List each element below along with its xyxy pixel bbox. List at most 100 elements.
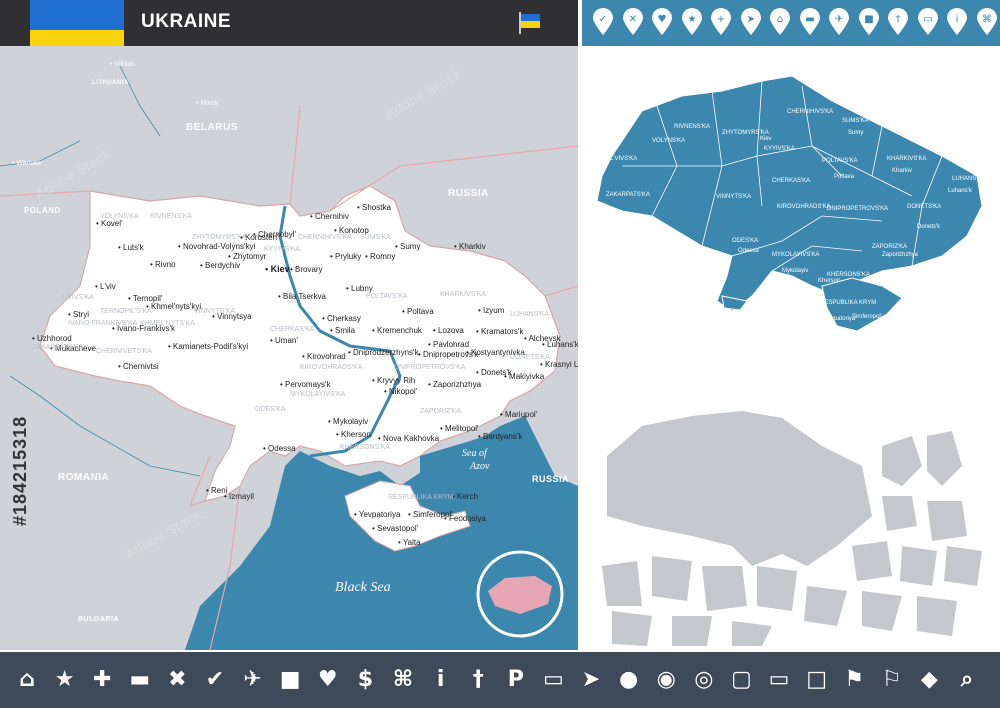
car-pin-icon[interactable]: ▬	[799, 8, 821, 36]
star-icon[interactable]: ★	[52, 667, 78, 693]
city-label: • Kirovohrad	[302, 352, 346, 361]
city-label: • Izmayil	[224, 492, 254, 501]
check-pin-icon[interactable]: ✓	[592, 8, 614, 36]
city-label: • Uman'	[270, 336, 298, 345]
svg-text:⌘: ⌘	[982, 14, 992, 25]
svg-text:+: +	[717, 14, 725, 25]
region-label: KHMEL'NYTS'KA	[140, 320, 195, 327]
dollar-icon[interactable]: $	[352, 667, 378, 693]
region-label: TERNOPIL'S'KA	[100, 308, 152, 315]
blue-map-label: Zaporizhzhya	[882, 252, 919, 258]
fuel-pin-icon[interactable]: ■	[858, 8, 880, 36]
blue-map-label: KHARKIVS'KA	[887, 156, 927, 162]
check-icon[interactable]: ✔	[202, 667, 228, 693]
svg-text:✈: ✈	[835, 14, 843, 25]
region-maps: RIVNENS'KA VOLYNS'KA CHERNIHIVS'KA SUMS'KA L…	[582, 46, 1000, 650]
city-label: • Romny	[365, 252, 396, 261]
blue-map-label: Luhans'k	[948, 188, 972, 194]
command-icon[interactable]: ⌘	[390, 667, 416, 693]
blue-map-label: L'VIVS'KA	[610, 156, 638, 162]
navigate-icon[interactable]: ➤	[578, 667, 604, 693]
plane-icon[interactable]: ✈	[240, 667, 266, 693]
city-label: • Lozova	[433, 326, 464, 335]
bed-pin-icon[interactable]: ▭	[917, 8, 939, 36]
country-label-lithuania: LITHUANIA	[92, 80, 129, 86]
region-label: CHERNIVETS'KA	[96, 348, 152, 355]
blue-map-label: Odessa	[738, 248, 759, 254]
svg-text:✕: ✕	[628, 14, 636, 25]
region-label: LUHANS'KA	[510, 311, 550, 318]
country-label-poland: POLAND	[24, 206, 61, 215]
marker-icon[interactable]: ◆	[916, 667, 942, 693]
blue-map-label: ZAPORIZ'KA	[872, 244, 908, 250]
city-label: • Dniprodzerzhyns'k	[348, 348, 419, 357]
city-label: • Pervomays'k	[280, 380, 331, 389]
plus-pin-icon[interactable]: +	[710, 8, 732, 36]
blue-map-label: VINNYTS'KA	[716, 194, 752, 200]
speech-bubble-icon[interactable]: ▢	[728, 667, 754, 693]
blue-map-label: DONETS'KA	[907, 204, 942, 210]
pin-icon-bar: ✓ ✕ ♥ ★ + ➤ ⌂ ▬ ✈ ■ † ▭ i ⌘	[582, 0, 1000, 46]
pin-circle-icon[interactable]: ◉	[653, 667, 679, 693]
region-label: KYYIVS'KA	[264, 246, 300, 253]
restaurant-icon[interactable]: †	[465, 667, 491, 693]
home-pin-icon[interactable]: ⌂	[769, 8, 791, 36]
message-icon[interactable]: □	[804, 667, 830, 693]
city-label: • Kamianets-Podil's'kyi	[168, 342, 249, 351]
search-icon[interactable]: ⌕	[954, 667, 980, 693]
fuel-icon[interactable]: ■	[277, 667, 303, 693]
heart-pin-icon[interactable]: ♥	[651, 8, 673, 36]
blue-map-label: Feodosiya	[900, 320, 928, 326]
pennant-icon[interactable]: ⚐	[879, 667, 905, 693]
info-icon[interactable]: i	[428, 667, 454, 693]
city-label: • Chernivtsi	[118, 362, 159, 371]
sea-label-black-sea: Black Sea	[335, 580, 391, 595]
city-label: • Yalta	[398, 538, 421, 547]
command-pin-icon[interactable]: ⌘	[976, 8, 998, 36]
country-label-romania: ROMANIA	[58, 472, 110, 483]
navigate-pin-icon[interactable]: ➤	[740, 8, 762, 36]
close-icon[interactable]: ✖	[164, 667, 190, 693]
region-label: RESPUBLIKA KRYM	[388, 494, 454, 501]
plus-icon[interactable]: ✚	[89, 667, 115, 693]
city-label: • Makiyivka	[504, 372, 545, 381]
flag-icon	[519, 12, 540, 34]
info-pin-icon[interactable]: i	[946, 8, 968, 36]
city-label: • Kherson	[336, 430, 371, 439]
city-label: • L'viv	[95, 282, 116, 291]
region-label: L'VIVS'KA	[62, 294, 94, 301]
parking-icon[interactable]: P	[503, 667, 529, 693]
svg-text:▬: ▬	[805, 14, 814, 25]
pin-ring-icon[interactable]: ◎	[691, 667, 717, 693]
ukraine-grey-silhouette	[607, 411, 872, 566]
blue-map-label: Mariupol'	[902, 270, 927, 276]
heart-icon[interactable]: ♥	[315, 667, 341, 693]
star-pin-icon[interactable]: ★	[681, 8, 703, 36]
detailed-map: LITHUANIA BELARUS POLAND RUSSIA RUSSIA R…	[0, 46, 578, 650]
home-icon[interactable]: ⌂	[14, 667, 40, 693]
car-icon[interactable]: ▬	[127, 667, 153, 693]
close-pin-icon[interactable]: ✕	[622, 8, 644, 36]
region-label: DNIPROPETROVS'KA	[394, 364, 466, 371]
blue-map-label: CHERKAS'KA	[772, 178, 811, 184]
blue-map-label: ZAKARPATS'KA	[606, 192, 650, 198]
region-label: RIVNENS'KA	[150, 213, 192, 220]
city-label: • Poltava	[402, 307, 434, 316]
city-label: • Zaporizhzhya	[428, 380, 482, 389]
flag-icon[interactable]: ⚑	[841, 667, 867, 693]
city-label: • Kharkiv	[454, 242, 486, 251]
city-label: • Feodosiya	[444, 514, 486, 523]
restaurant-pin-icon[interactable]: †	[887, 8, 909, 36]
blue-map-label: Simferopol'	[852, 314, 882, 320]
pin-icon[interactable]: ●	[616, 667, 642, 693]
speech-bubble-wide-icon[interactable]: ▭	[766, 667, 792, 693]
region-label: CHERNIHIVS'KA	[298, 234, 352, 241]
region-label: KIROVOHRADS'KA	[300, 364, 363, 371]
city-label: • Shostka	[357, 203, 391, 212]
blue-map-label: Kiev	[760, 136, 772, 142]
plane-pin-icon[interactable]: ✈	[828, 8, 850, 36]
region-label: MYKOLAYIVS'KA	[290, 391, 346, 398]
bed-icon[interactable]: ▭	[540, 667, 566, 693]
city-label: • Yevpatoriya	[354, 510, 401, 519]
sea-label-sea-of-azov-line-2: Azov	[470, 461, 490, 472]
